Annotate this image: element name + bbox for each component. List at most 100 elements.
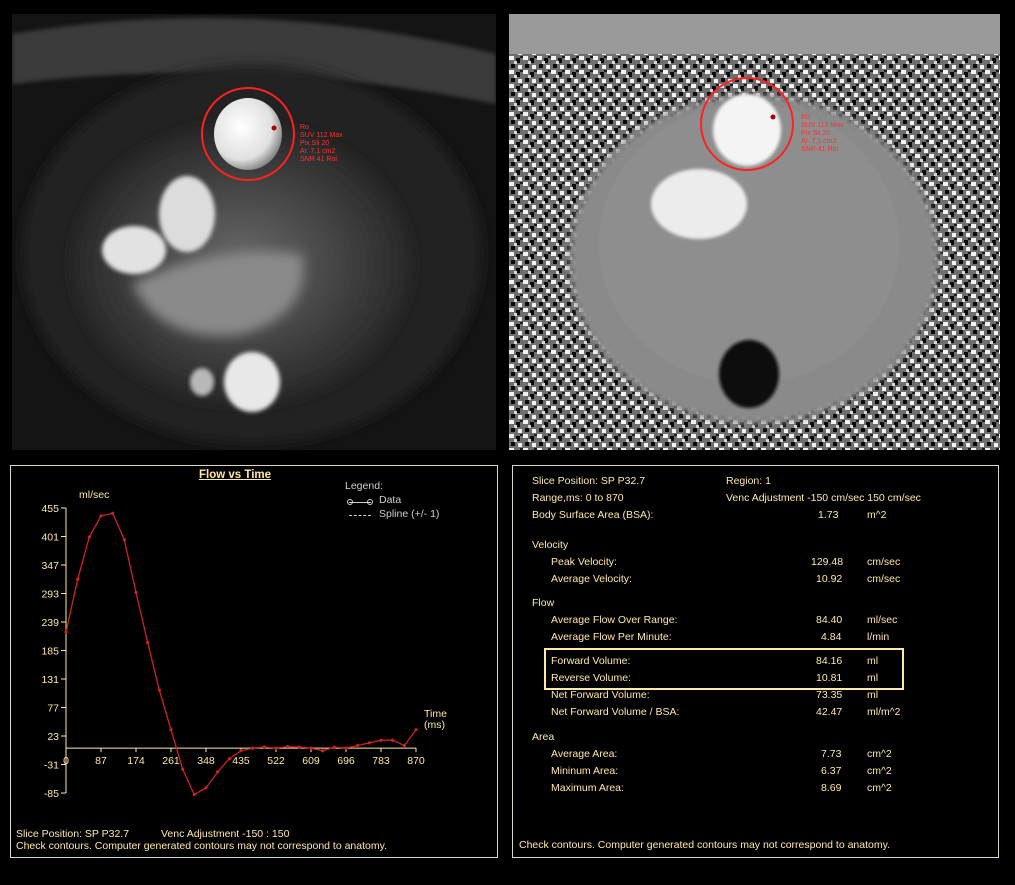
stat-value: 84.40: [816, 614, 843, 626]
flow-data-point: [367, 741, 371, 745]
stat-label: Peak Velocity:: [551, 556, 617, 568]
x-tick-label: 783: [372, 755, 390, 767]
chart-footer-slice: Slice Position: SP P32.7: [16, 828, 130, 840]
chart-footer-venc: Venc Adjustment -150 : 150: [161, 828, 290, 840]
annotation-line: Ar. 7.1 cm2: [300, 148, 336, 155]
stat-label: Net Forward Volume / BSA:: [551, 706, 680, 718]
stats-footer-note: Check contours. Computer generated conto…: [519, 839, 891, 851]
phase-image: Ro SUV 112 Max Pix Sli 20 Ar. 7.1 cm2 SN…: [509, 14, 1000, 450]
x-tick-label: 0: [63, 755, 69, 767]
annotation-line: SUV 112 Max: [801, 122, 844, 129]
stat-value: 4.84: [821, 631, 842, 643]
flow-data-point: [134, 590, 138, 595]
stat-value: 42.47: [816, 706, 843, 718]
x-tick-label: 87: [95, 755, 107, 767]
flow-data-point: [157, 688, 161, 692]
stat-value: 129.48: [811, 556, 844, 568]
y-tick-label: 401: [41, 532, 59, 544]
flow-data-point: [344, 746, 348, 750]
venc-adjustment: Venc Adjustment -150 cm/sec 150 cm/sec: [726, 492, 921, 504]
stat-value: 8.69: [821, 782, 842, 794]
x-tick-label: 348: [197, 755, 215, 767]
stat-unit: l/min: [867, 631, 890, 643]
x-tick-label: 696: [337, 755, 355, 767]
flow-data-point: [146, 640, 150, 645]
y-tick-label: 23: [47, 731, 59, 743]
flow-data-point: [192, 792, 196, 797]
phase-image-canvas: [509, 14, 1000, 450]
flow-data-point: [169, 728, 173, 732]
flow-series-line: [65, 512, 417, 796]
bsa-value: 1.73: [818, 509, 839, 521]
annotation-line: Ar. 7.1 cm2: [801, 138, 837, 145]
flow-header: Flow: [532, 597, 555, 609]
y-tick-label: 131: [41, 674, 59, 686]
magnitude-image: Ro SUV 112 Max Pix Sli 20 Ar. 7.1 cm2 SN…: [12, 14, 496, 450]
stat-unit: cm^2: [867, 765, 892, 777]
stat-value: 10.92: [816, 573, 843, 585]
y-tick-label: 293: [41, 589, 59, 601]
chart-footer-note: Check contours. Computer generated conto…: [16, 840, 388, 852]
flow-data-point: [216, 770, 220, 774]
flow-data-point: [111, 511, 115, 515]
flow-data-point: [274, 746, 278, 750]
bsa-label: Body Surface Area (BSA):: [532, 509, 654, 521]
y-tick-label: 455: [41, 503, 59, 515]
flow-statistics-panel: Slice Position: SP P32.7 Region: 1 Range…: [512, 465, 999, 858]
flow-data-point: [251, 746, 255, 750]
y-tick-label: 185: [41, 646, 59, 658]
stat-label: Mininum Area:: [551, 765, 619, 777]
stat-unit: ml/m^2: [867, 706, 901, 718]
annotation-line: Pix Sli 20: [801, 130, 831, 137]
flow-data-point: [332, 745, 336, 749]
stat-unit: ml/sec: [867, 614, 898, 626]
phase-annotation: Ro SUV 112 Max Pix Sli 20 Ar. 7.1 cm2 SN…: [801, 114, 844, 154]
flow-chart-panel: Flow vs Time ml/sec Legend: Data Spline …: [10, 465, 498, 858]
flow-data-point: [76, 577, 80, 581]
y-tick-label: 239: [41, 617, 59, 629]
flow-data-point: [297, 745, 301, 749]
stat-label: Maximum Area:: [551, 782, 624, 794]
x-tick-label: 522: [267, 755, 285, 767]
x-tick-label: 435: [232, 755, 250, 767]
flow-data-point: [286, 744, 290, 749]
stat-label: Net Forward Volume:: [551, 689, 650, 701]
flow-data-point: [356, 743, 360, 748]
stat-unit: cm^2: [867, 748, 892, 760]
annotation-line: SUV 112 Max: [300, 132, 343, 139]
velocity-header: Velocity: [532, 539, 569, 551]
stat-label: Average Flow Over Range:: [551, 614, 678, 626]
y-tick-label: 77: [47, 703, 59, 715]
flow-data-point: [87, 535, 91, 539]
magnitude-annotation: Ro SUV 112 Max Pix Sli 20 Ar. 7.1 cm2 SN…: [300, 124, 343, 164]
flow-data-point: [402, 743, 406, 748]
bsa-unit: m^2: [867, 509, 887, 521]
x-tick-label: 261: [162, 755, 180, 767]
stat-label: Reverse Volume:: [551, 672, 631, 684]
stat-value: 73.35: [816, 689, 843, 701]
flow-data-point: [64, 630, 68, 634]
stat-value: 84.16: [816, 655, 843, 667]
region: Region: 1: [726, 475, 771, 487]
stat-unit: cm/sec: [867, 573, 901, 585]
annotation-line: SNR 41 Roi: [300, 156, 337, 163]
stat-label: Average Velocity:: [551, 573, 632, 585]
flow-data-point: [181, 767, 185, 771]
slice-position: Slice Position: SP P32.7: [532, 475, 646, 487]
flow-data-point: [309, 746, 313, 750]
flow-chart-plot: 455 401 347 293 239 185 131 77 23 -31 -85 0 87 174 261…: [41, 503, 424, 800]
stat-unit: ml: [867, 655, 879, 667]
flow-data-point: [99, 514, 103, 518]
flow-data-point: [321, 749, 325, 753]
flow-data-point: [239, 749, 243, 753]
stat-value: 6.37: [821, 765, 842, 777]
stat-unit: ml: [867, 689, 879, 701]
flow-data-point: [122, 538, 126, 542]
annotation-line: Ro: [801, 114, 810, 121]
area-header: Area: [532, 731, 555, 743]
stat-value: 7.73: [821, 748, 842, 760]
stat-value: 10.81: [816, 672, 843, 684]
y-tick-label: -31: [44, 760, 59, 772]
annotation-line: Pix Sli 20: [300, 140, 330, 147]
flow-data-point: [379, 738, 383, 742]
